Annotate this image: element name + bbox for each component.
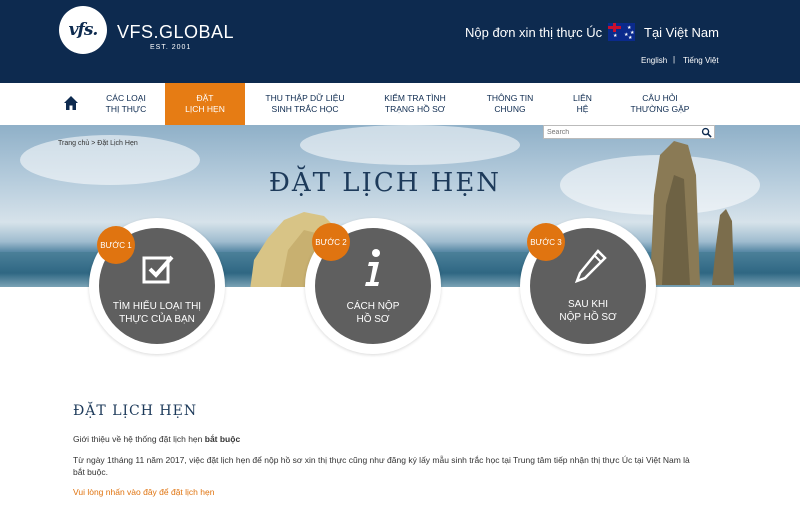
nav-item-general-info[interactable]: THÔNG TIN CHUNG bbox=[475, 83, 545, 125]
hero-title: ĐẶT LỊCH HẸN bbox=[268, 168, 502, 198]
brand-tagline: EST. 2001 bbox=[150, 44, 192, 51]
pencil-icon bbox=[574, 249, 607, 284]
content-title: ĐẶT LỊCH HẸN bbox=[73, 403, 198, 419]
nav-item-faq[interactable]: CÂU HỎI THƯỜNG GẶP bbox=[620, 83, 700, 125]
step-3-label: SAU KHI NỘP HỒ SƠ bbox=[559, 299, 617, 323]
rock-stacks-right bbox=[650, 141, 734, 285]
intro-bold: bắt buộc bbox=[204, 434, 241, 444]
header: vfs. VFS.GLOBAL EST. 2001 Nộp đơn xin th… bbox=[0, 0, 800, 83]
breadcrumb-home[interactable]: Trang chủ bbox=[58, 140, 89, 147]
step-2-badge: BƯỚC 2 bbox=[312, 223, 350, 261]
home-icon[interactable] bbox=[63, 95, 79, 111]
breadcrumb-current: Đặt Lịch Hẹn bbox=[97, 140, 138, 147]
lang-separator: | bbox=[673, 55, 676, 64]
nav-item-biometrics[interactable]: THU THẬP DỮ LIỆU SINH TRẮC HỌC bbox=[255, 83, 355, 125]
info-paragraph: Từ ngày 1tháng 11 năm 2017, việc đặt lịc… bbox=[73, 455, 690, 477]
logo-text: vfs. bbox=[68, 20, 99, 40]
step-1-badge: BƯỚC 1 bbox=[97, 226, 135, 264]
nav-item-appointment[interactable]: ĐẶT LỊCH HẸN bbox=[165, 83, 245, 125]
step-3-badge: BƯỚC 3 bbox=[527, 223, 565, 261]
step-2-card[interactable]: CÁCH NỘP HỒ SƠ BƯỚC 2 bbox=[305, 218, 441, 354]
search-input[interactable] bbox=[544, 126, 699, 138]
search-box bbox=[543, 125, 715, 139]
lang-english[interactable]: English bbox=[641, 56, 667, 65]
intro-text: Giới thiệu về hệ thống đặt lịch hẹn bắt … bbox=[73, 434, 241, 444]
header-title: Nộp đơn xin thị thực Úc bbox=[465, 25, 603, 40]
step-3-card[interactable]: SAU KHI NỘP HỒ SƠ BƯỚC 3 bbox=[520, 218, 656, 354]
step-2-label: CÁCH NỘP HỒ SƠ bbox=[346, 301, 400, 325]
nav-item-contact[interactable]: LIÊN HỆ bbox=[560, 83, 605, 125]
vfs-logo[interactable]: vfs. bbox=[59, 6, 107, 54]
lang-vietnamese[interactable]: Tiếng Việt bbox=[683, 56, 719, 65]
header-country: Tại Việt Nam bbox=[644, 25, 719, 40]
nav-item-visa-types[interactable]: CÁC LOẠI THỊ THỰC bbox=[92, 83, 160, 125]
checkbox-icon bbox=[142, 255, 174, 284]
step-1-label: TÌM HIỂU LOẠI THỊ THỰC CỦA BẠN bbox=[112, 301, 202, 325]
breadcrumb: Trang chủ > Đặt Lịch Hẹn bbox=[58, 140, 138, 147]
search-icon[interactable] bbox=[701, 127, 712, 138]
book-appointment-link[interactable]: Vui lòng nhấn vào đây để đặt lịch hẹn bbox=[73, 487, 214, 497]
australia-flag-icon: ★ ★ ★ ★ ★ bbox=[608, 23, 635, 41]
brand-name: VFS.GLOBAL bbox=[117, 22, 235, 42]
breadcrumb-separator: > bbox=[91, 140, 96, 147]
main-nav: CÁC LOẠI THỊ THỰC ĐẶT LỊCH HẸN THU THẬP DỮ… bbox=[0, 83, 800, 125]
step-1-card[interactable]: TÌM HIỂU LOẠI THỊ THỰC CỦA BẠN BƯỚC 1 bbox=[89, 218, 225, 354]
info-icon bbox=[365, 249, 380, 286]
nav-item-track-application[interactable]: KIỂM TRA TÌNH TRẠNG HỒ SƠ bbox=[370, 83, 460, 125]
